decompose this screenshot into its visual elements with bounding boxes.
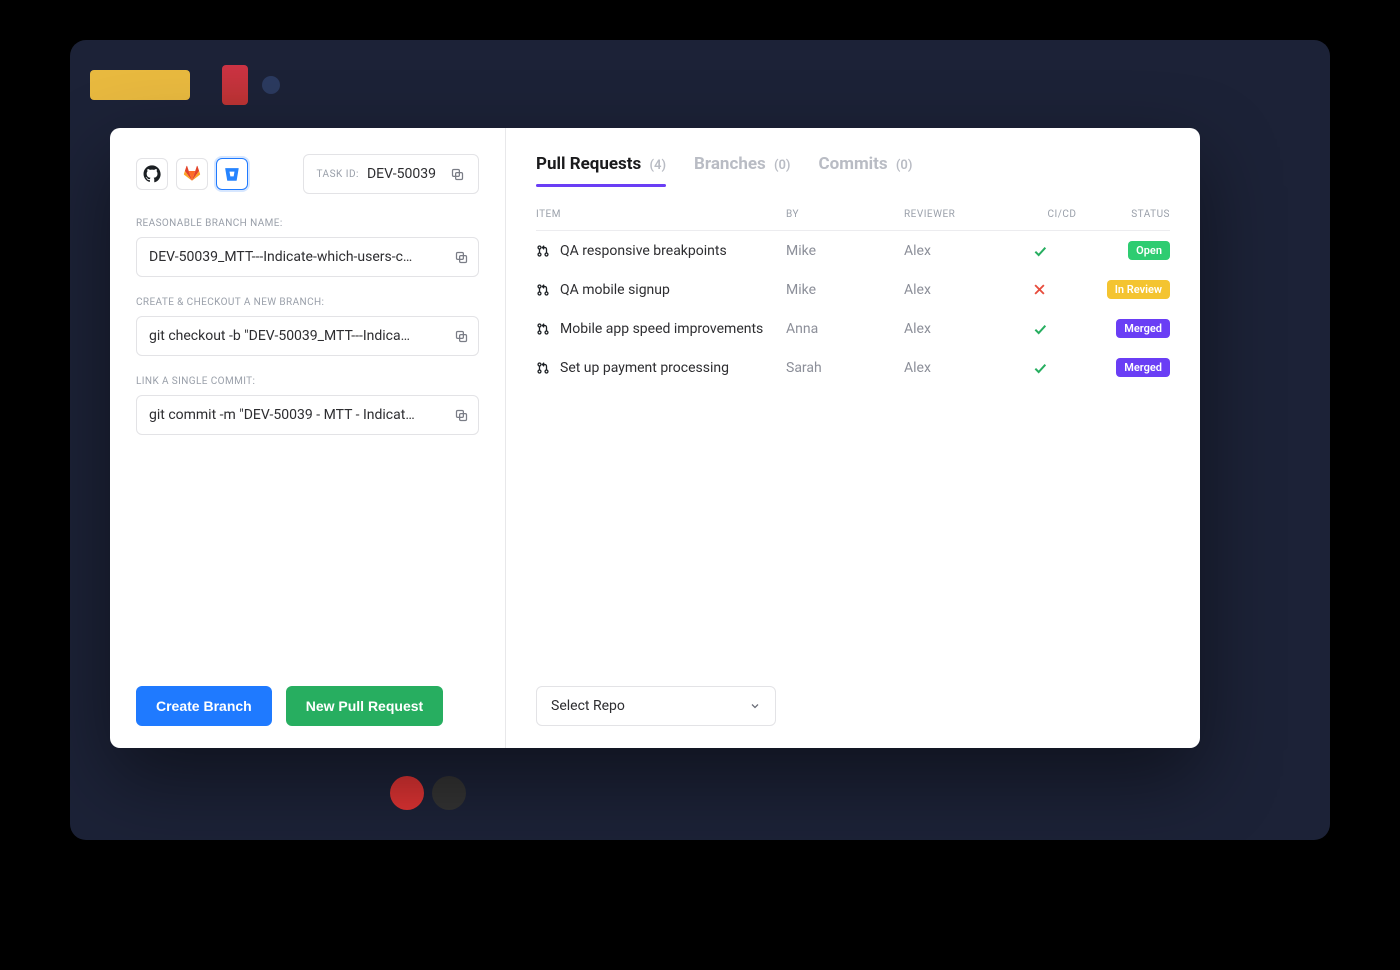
pr-reviewer: Alex: [904, 360, 1024, 376]
pr-item-title: Mobile app speed improvements: [560, 321, 763, 337]
copy-task-id-button[interactable]: [444, 161, 470, 187]
check-icon: [1032, 321, 1092, 337]
pr-item-title: QA mobile signup: [560, 282, 670, 298]
table-row[interactable]: QA mobile signup Mike Alex In Review: [536, 270, 1170, 309]
background-header: [90, 60, 1310, 110]
select-repo-dropdown[interactable]: Select Repo: [536, 686, 776, 726]
pr-item-title: Set up payment processing: [560, 360, 729, 376]
new-pull-request-button[interactable]: New Pull Request: [286, 686, 443, 726]
table-header: ITEM BY REVIEWER CI/CD STATUS: [536, 203, 1170, 231]
select-repo-label: Select Repo: [551, 698, 625, 714]
pr-reviewer: Alex: [904, 321, 1024, 337]
branch-name-text: DEV-50039_MTT---Indicate-which-users-c…: [149, 249, 448, 265]
check-icon: [1032, 243, 1092, 259]
status-badge: Merged: [1116, 319, 1170, 338]
status-badge: In Review: [1107, 280, 1170, 299]
checkout-field: git checkout -b "DEV-50039_MTT---Indica…: [136, 316, 479, 356]
pr-item-title: QA responsive breakpoints: [560, 243, 727, 259]
github-icon[interactable]: [136, 158, 168, 190]
cross-icon: [1032, 282, 1092, 297]
task-id-label: TASK ID:: [316, 169, 359, 180]
chevron-down-icon: [749, 700, 761, 712]
pull-request-icon: [536, 361, 550, 375]
check-icon: [1032, 360, 1092, 376]
pr-by: Mike: [786, 282, 896, 298]
table-row[interactable]: Mobile app speed improvements Anna Alex Mer…: [536, 309, 1170, 348]
table-row[interactable]: Set up payment processing Sarah Alex Merged: [536, 348, 1170, 387]
bitbucket-icon[interactable]: [216, 158, 248, 190]
pull-request-icon: [536, 283, 550, 297]
commit-text: git commit -m "DEV-50039 - MTT - Indicat…: [149, 407, 448, 423]
branch-name-field: DEV-50039_MTT---Indicate-which-users-c…: [136, 237, 479, 277]
copy-branch-name-button[interactable]: [448, 244, 474, 270]
branch-name-label: REASONABLE BRANCH NAME:: [136, 218, 479, 229]
pull-request-icon: [536, 244, 550, 258]
background-footer: [390, 776, 466, 810]
create-branch-button[interactable]: Create Branch: [136, 686, 272, 726]
pr-reviewer: Alex: [904, 243, 1024, 259]
th-by: BY: [786, 209, 896, 220]
tab-pull-requests[interactable]: Pull Requests (4): [536, 154, 666, 186]
commit-field: git commit -m "DEV-50039 - MTT - Indicat…: [136, 395, 479, 435]
status-badge: Open: [1128, 241, 1170, 260]
right-panel: Pull Requests (4) Branches (0) Commits (…: [506, 128, 1200, 748]
gitlab-icon[interactable]: [176, 158, 208, 190]
checkout-label: CREATE & CHECKOUT A NEW BRANCH:: [136, 297, 479, 308]
copy-commit-button[interactable]: [448, 402, 474, 428]
th-reviewer: REVIEWER: [904, 209, 1024, 220]
git-modal: TASK ID: DEV-50039 REASONABLE BRANCH NAM…: [110, 128, 1200, 748]
left-panel: TASK ID: DEV-50039 REASONABLE BRANCH NAM…: [110, 128, 506, 748]
status-badge: Merged: [1116, 358, 1170, 377]
th-status: STATUS: [1100, 209, 1170, 220]
checkout-text: git checkout -b "DEV-50039_MTT---Indica…: [149, 328, 448, 344]
th-item: ITEM: [536, 209, 778, 220]
copy-checkout-button[interactable]: [448, 323, 474, 349]
th-cicd: CI/CD: [1032, 209, 1092, 220]
pr-reviewer: Alex: [904, 282, 1024, 298]
tab-branches[interactable]: Branches (0): [694, 154, 790, 186]
tab-commits[interactable]: Commits (0): [819, 154, 913, 186]
table-body: QA responsive breakpointsMikeAlexOpenQA …: [536, 231, 1170, 387]
vcs-provider-icons: [136, 158, 248, 190]
tabs: Pull Requests (4) Branches (0) Commits (…: [536, 154, 1170, 187]
pull-request-icon: [536, 322, 550, 336]
table-row[interactable]: QA responsive breakpoints Mike Alex Open: [536, 231, 1170, 270]
pr-by: Sarah: [786, 360, 896, 376]
task-id-value: DEV-50039: [367, 166, 436, 182]
commit-label: LINK A SINGLE COMMIT:: [136, 376, 479, 387]
task-id-pill: TASK ID: DEV-50039: [303, 154, 479, 194]
pr-by: Anna: [786, 321, 896, 337]
pr-by: Mike: [786, 243, 896, 259]
